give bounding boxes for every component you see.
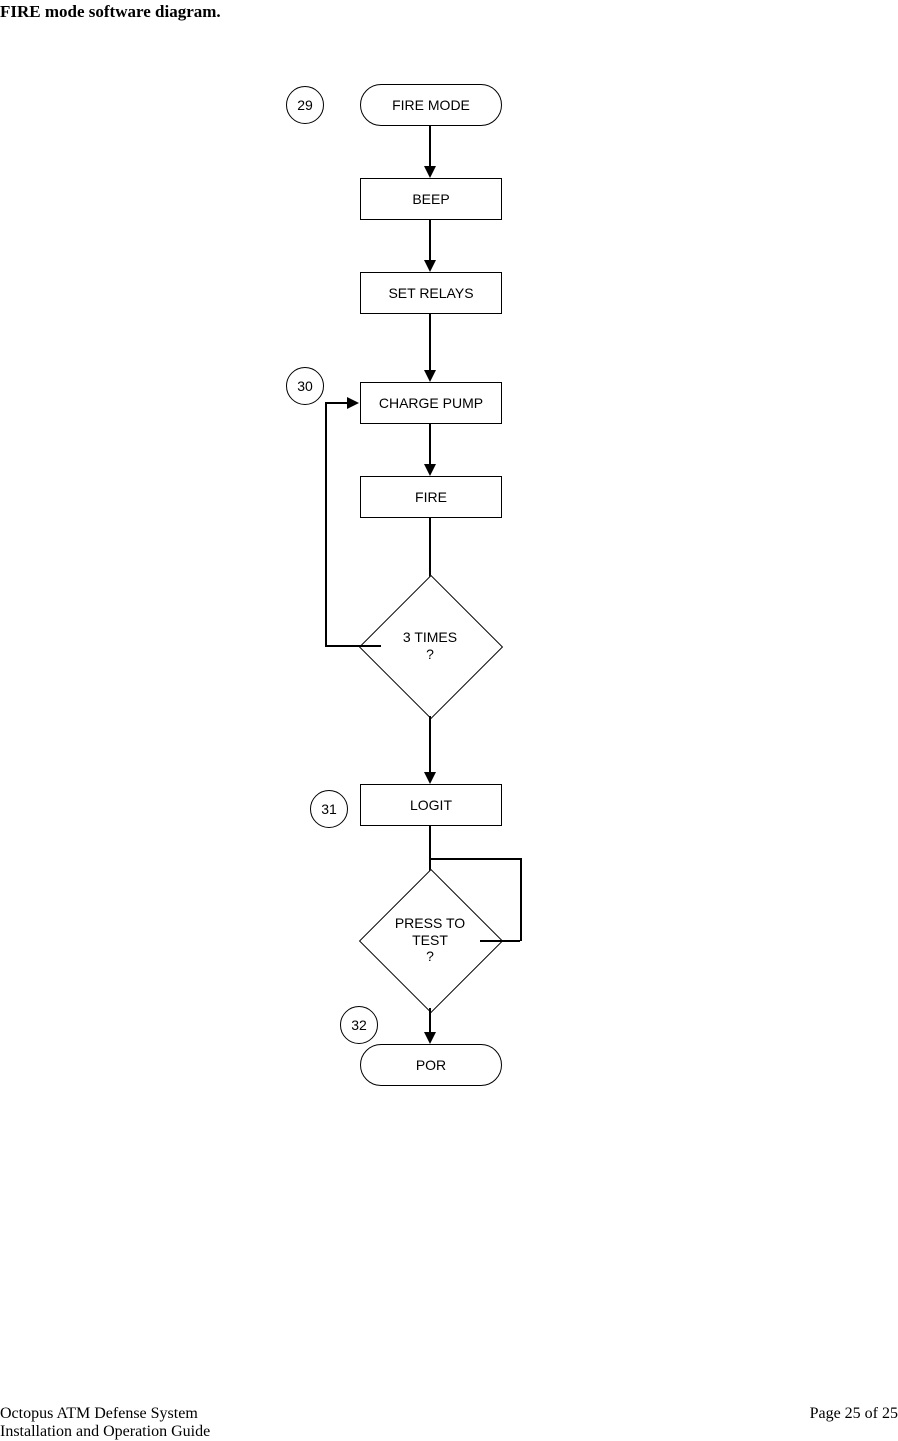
ref-31: 31 bbox=[310, 790, 348, 828]
node-beep: BEEP bbox=[360, 178, 502, 220]
node-fire: FIRE bbox=[360, 476, 502, 518]
node-set-relays: SET RELAYS bbox=[360, 272, 502, 314]
footer-page: Page 25 of 25 bbox=[810, 1405, 898, 1423]
page-title: FIRE mode software diagram. bbox=[0, 2, 221, 22]
node-por: POR bbox=[360, 1044, 502, 1086]
node-3-times: 3 TIMES ? bbox=[360, 576, 500, 716]
node-press-to-test: PRESS TO TEST ? bbox=[360, 870, 500, 1010]
flowchart-container: 29 30 31 32 FIRE MODE BEEP SET RELAYS CH… bbox=[280, 80, 600, 1080]
node-charge-pump: CHARGE PUMP bbox=[360, 382, 502, 424]
node-logit: LOGIT bbox=[360, 784, 502, 826]
ref-32: 32 bbox=[340, 1006, 378, 1044]
ref-30: 30 bbox=[286, 367, 324, 405]
footer-line2: Installation and Operation Guide bbox=[0, 1423, 210, 1441]
node-fire-mode: FIRE MODE bbox=[360, 84, 502, 126]
ref-29: 29 bbox=[286, 86, 324, 124]
footer-line1: Octopus ATM Defense System bbox=[0, 1405, 210, 1423]
